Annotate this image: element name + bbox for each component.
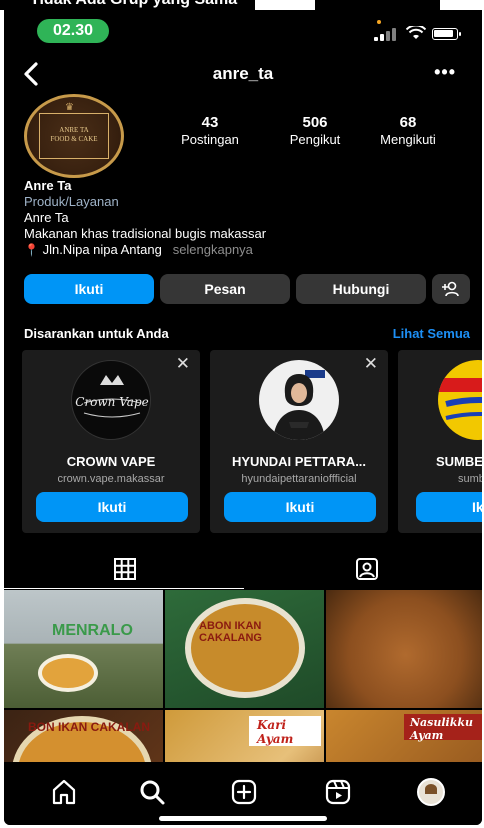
suggestions-header: Disarankan untuk Anda Lihat Semua [24,326,470,341]
bio-location: Jln.Nipa nipa Antang [42,242,162,257]
grid-icon[interactable] [112,556,138,582]
suggestion-handle: crown.vape.makassar [57,473,165,485]
suggestion-card[interactable]: SUMBE sumbe Ik [398,350,482,533]
suggestion-handle: hyundaipettaranioffficial [241,473,357,485]
add-user-icon [442,281,459,297]
suggestion-name[interactable]: CROWN VAPE [22,454,200,469]
profile-tabs [4,550,482,590]
banner-text: Tidak Ada Grup yang Sama [30,0,237,9]
close-icon[interactable]: ✕ [364,354,378,374]
stat-posts-value: 43 [201,114,219,131]
battery-icon [432,28,461,40]
bio-line-1: Anre Ta [24,210,69,225]
post-tile-label: MENRALO [52,622,133,639]
close-icon[interactable]: ✕ [176,354,190,374]
see-all-link[interactable]: Lihat Semua [393,326,470,341]
follow-button[interactable]: Ikuti [24,274,154,304]
post-tile[interactable] [326,590,482,708]
search-icon[interactable] [138,778,166,806]
banner-box [255,0,315,10]
profile-header: anre_ta ••• [4,54,482,94]
profile-username: anre_ta [212,64,274,83]
message-button[interactable]: Pesan [160,274,290,304]
avatar-logo-text: ANRE TA FOOD & CAKE [39,113,109,159]
suggestion-handle: sumbe [458,473,482,485]
see-more-link[interactable]: selengkapnya [173,242,253,257]
person-photo-icon [273,370,325,440]
status-bar: 02.30 [4,10,482,50]
battery-fill [434,30,453,37]
bio-line-2: Makanan khas tradisional bugis makassar [24,226,267,241]
phone-screen: 02.30 anre_ta ••• ♛ ANRE TAFOOD & CAKE [4,10,482,825]
contact-button[interactable]: Hubungi [296,274,426,304]
suggestion-follow-button[interactable]: Ikuti [36,492,188,522]
brand-logo-icon [438,378,482,420]
home-icon[interactable] [50,778,78,806]
pin-icon: 📍 [24,243,39,257]
stat-followers-label: Pengikut [289,132,341,147]
suggestion-avatar[interactable] [259,360,339,440]
privacy-dot [377,20,381,24]
stat-posts-label: Postingan [181,132,239,147]
profile-avatar-icon[interactable] [417,778,445,806]
bio-location-row: 📍 Jln.Nipa nipa Antang selengkapnya [24,242,266,258]
suggestion-avatar[interactable]: Crown Vape [71,360,151,440]
post-tile-label: Kari Ayam [257,718,294,746]
reels-icon[interactable] [324,778,352,806]
signal-icon [374,27,398,41]
profile-bio: Anre Ta Produk/Layanan Anre Ta Makanan k… [24,178,266,258]
profile-actions: Ikuti Pesan Hubungi [24,274,474,304]
post-tile-label: ABON IKAN CAKALANG [199,620,262,644]
post-tile[interactable]: ABON IKAN CAKALANG [165,590,324,708]
post-tile[interactable]: Kari Ayam [165,710,324,770]
suggestion-card[interactable]: ✕ HYUNDAI PETTARA... hyundaipettaranioff… [210,350,388,533]
post-tile[interactable]: MENRALO [4,590,163,708]
profile-category[interactable]: Produk/Layanan [24,194,266,210]
suggestion-card[interactable]: ✕ Crown Vape CROWN VAPE crown.vape.makas… [22,350,200,533]
stat-following-value: 68 [399,114,417,131]
stat-following[interactable]: 68 Mengikuti [370,114,446,147]
posts-grid: MENRALO ABON IKAN CAKALANG BON IKAN CAKA… [4,590,482,770]
jar-icon [38,654,98,692]
suggestion-name[interactable]: HYUNDAI PETTARA... [210,454,388,469]
avatar-detail-icon [425,784,437,794]
suggestion-follow-button[interactable]: Ikuti [224,492,376,522]
home-indicator[interactable] [159,816,327,821]
crown-logo-text: Crown Vape [75,395,149,409]
suggestion-avatar[interactable] [438,360,482,440]
profile-name: Anre Ta [24,178,72,193]
post-tile[interactable]: BON IKAN CAKALAN [4,710,163,770]
wifi-icon [406,26,426,39]
suggestion-follow-button[interactable]: Ik [416,492,482,522]
tagged-icon[interactable] [354,556,380,582]
post-tile-label: Nasulikku Ayam [410,716,473,742]
post-tile[interactable]: Nasulikku Ayam [326,710,482,770]
jar-icon [185,598,305,698]
suggestion-cards: ✕ Crown Vape CROWN VAPE crown.vape.makas… [22,350,482,540]
top-banner: Tidak Ada Grup yang Sama [0,0,484,10]
stat-followers-value: 506 [302,114,328,131]
create-post-icon[interactable] [230,778,258,806]
avatar[interactable]: ♛ ANRE TA FOOD & CAKE [24,94,124,178]
banner-bar: Tidak Ada Grup yang Sama [0,0,440,10]
suggestion-name[interactable]: SUMBE [398,454,482,469]
stat-following-label: Mengikuti [380,132,436,147]
stat-posts[interactable]: 43 Postingan [180,114,240,147]
active-tab-indicator [4,588,244,589]
stat-followers[interactable]: 506 Pengikut [280,114,350,147]
status-time[interactable]: 02.30 [37,19,109,43]
crown-icon: ♛ [65,102,74,113]
suggestions-title: Disarankan untuk Anda [24,326,169,341]
post-tile-label: BON IKAN CAKALAN [28,720,150,734]
more-horizontal-icon[interactable]: ••• [434,62,456,83]
add-user-button[interactable] [432,274,470,304]
